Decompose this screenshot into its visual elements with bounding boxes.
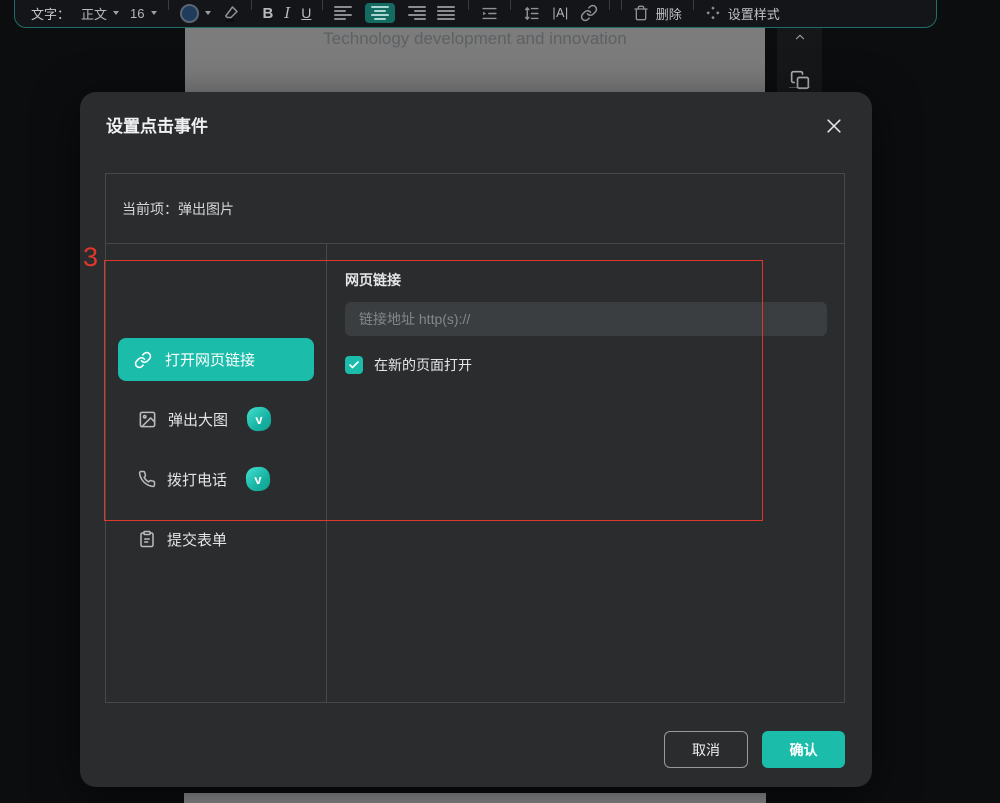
web-link-section-label: 网页链接 — [345, 270, 401, 290]
menu-item-label: 弹出大图 — [168, 409, 228, 430]
collapse-up-icon — [777, 30, 822, 44]
bold-button[interactable]: B — [263, 3, 274, 23]
current-item-label: 当前项：弹出图片 — [106, 174, 844, 244]
copy-icon — [777, 70, 822, 90]
align-right-button[interactable] — [406, 3, 426, 23]
menu-item-phone-call[interactable]: 拨打电话 v — [138, 467, 270, 491]
dialog-title: 设置点击事件 — [106, 112, 208, 137]
font-size-dropdown[interactable]: 16 — [130, 3, 156, 23]
text-label: 文字： — [31, 3, 70, 23]
menu-item-open-web-link[interactable]: 打开网页链接 — [118, 338, 314, 381]
background-page-bottom — [184, 793, 766, 803]
divider — [693, 0, 694, 10]
background-side-panel — [777, 27, 822, 92]
cancel-button[interactable]: 取消 — [664, 731, 748, 768]
close-icon[interactable] — [824, 116, 844, 136]
delete-button[interactable]: 删除 — [633, 3, 682, 23]
event-type-menu: 打开网页链接 弹出大图 v 拨打电话 v 提交表单 — [106, 244, 327, 702]
indent-button[interactable] — [480, 3, 499, 23]
align-left-button[interactable] — [334, 3, 354, 23]
vip-badge-icon: v — [246, 406, 272, 432]
menu-item-label: 拨打电话 — [167, 469, 227, 490]
open-in-new-page-option[interactable]: 在新的页面打开 — [345, 355, 472, 375]
align-center-button[interactable] — [365, 3, 395, 23]
underline-button[interactable]: U — [301, 3, 311, 23]
highlight-color-button[interactable] — [222, 3, 240, 23]
link-address-input[interactable] — [345, 302, 827, 336]
menu-item-popup-image[interactable]: 弹出大图 v — [138, 407, 271, 431]
set-style-button[interactable]: 设置样式 — [705, 3, 780, 23]
set-click-event-dialog: 设置点击事件 当前项：弹出图片 打开网页链接 弹出大图 v 拨打电话 v 提交 — [80, 92, 872, 787]
align-left-icon — [334, 6, 354, 20]
event-config-panel: 当前项：弹出图片 打开网页链接 弹出大图 v 拨打电话 v 提交表单 — [105, 173, 845, 703]
line-height-button[interactable] — [522, 3, 541, 23]
insert-link-button[interactable] — [580, 3, 598, 23]
chevron-down-icon — [113, 11, 119, 15]
paragraph-style-dropdown[interactable]: 正文 — [81, 3, 119, 23]
background-page-title: Technology development and innovation — [185, 29, 765, 49]
align-right-icon — [406, 6, 426, 20]
web-link-config-area: 网页链接 在新的页面打开 — [328, 244, 844, 702]
divider — [322, 0, 323, 10]
trash-icon — [633, 5, 649, 21]
align-center-icon — [370, 6, 390, 20]
link-icon — [134, 351, 152, 369]
phone-icon — [138, 470, 156, 488]
divider — [168, 0, 169, 10]
background-canvas-page: Technology development and innovation — [185, 27, 765, 92]
align-justify-button[interactable] — [437, 3, 457, 23]
font-color-swatch-icon — [180, 4, 199, 23]
clipboard-icon — [138, 530, 156, 548]
chevron-down-icon — [205, 11, 211, 15]
checkbox-checked-icon[interactable] — [345, 356, 363, 374]
align-justify-icon — [437, 6, 457, 20]
menu-item-submit-form[interactable]: 提交表单 — [138, 527, 227, 551]
checkbox-label: 在新的页面打开 — [374, 355, 472, 375]
divider — [251, 0, 252, 10]
menu-item-label: 提交表单 — [167, 529, 227, 550]
confirm-button[interactable]: 确认 — [762, 731, 845, 768]
divider — [621, 0, 622, 10]
text-format-toolbar: 文字： 正文 16 B I U |A| 删除 — [14, 0, 937, 28]
image-icon — [138, 410, 157, 429]
vip-badge-icon: v — [245, 466, 271, 492]
letter-spacing-button[interactable]: |A| — [552, 3, 568, 23]
italic-button[interactable]: I — [284, 3, 290, 23]
chevron-down-icon — [151, 11, 157, 15]
style-diamonds-icon — [705, 5, 721, 21]
menu-item-label: 打开网页链接 — [165, 349, 255, 370]
font-color-button[interactable] — [180, 3, 211, 23]
divider — [468, 0, 469, 10]
divider — [609, 0, 610, 10]
divider — [510, 0, 511, 10]
